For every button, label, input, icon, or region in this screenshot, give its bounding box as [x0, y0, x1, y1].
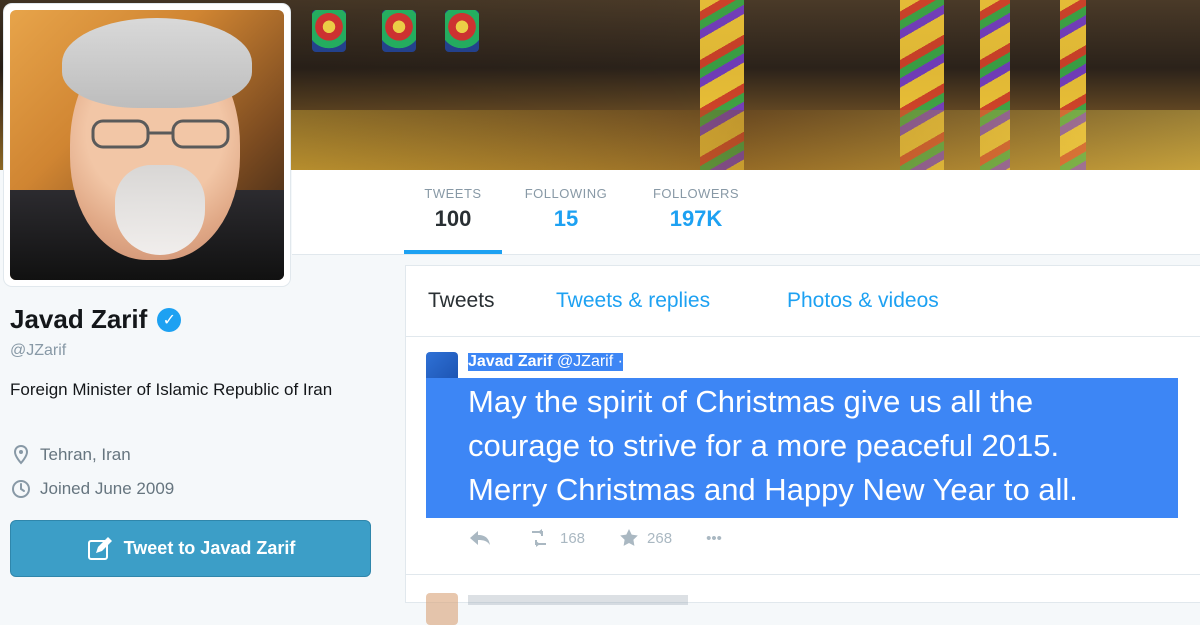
retweet-count: 168 — [560, 529, 586, 547]
stat-label: FOLLOWING — [524, 186, 608, 201]
more-icon: ••• — [706, 529, 722, 547]
clock-icon — [10, 478, 32, 500]
floor-reflection — [290, 110, 1200, 170]
tweet-text-line: May the spirit of Christmas give us all … — [468, 384, 1034, 419]
verified-badge-icon: ✓ — [157, 307, 182, 332]
stat-value: 197K — [669, 206, 723, 231]
active-tab-indicator — [404, 250, 502, 254]
avatar-glasses — [91, 119, 230, 149]
tab-tweets-and-replies[interactable]: Tweets & replies — [556, 289, 710, 313]
stat-following[interactable]: FOLLOWING 15 — [518, 186, 614, 232]
stat-tweets[interactable]: TWEETS 100 — [404, 186, 502, 232]
profile-photo[interactable] — [4, 4, 290, 286]
stained-glass-window — [445, 10, 479, 52]
avatar-hair — [62, 18, 252, 108]
stained-glass-window — [382, 10, 416, 52]
favorite-count: 268 — [647, 529, 673, 547]
stat-value: 15 — [553, 206, 579, 231]
location-pin-icon — [10, 444, 32, 466]
timeline-tabs: Tweets Tweets & replies Photos & videos — [406, 266, 1200, 337]
profile-handle[interactable]: @JZarif — [10, 342, 66, 360]
avatar-beard — [115, 165, 205, 255]
joined-text: Joined June 2009 — [40, 479, 175, 498]
tweet-to-label: Tweet to Javad Zarif — [123, 538, 296, 558]
stat-value: 100 — [434, 206, 472, 231]
tab-tweets[interactable]: Tweets — [428, 289, 495, 313]
tweet-author-handle[interactable]: @JZarif — [557, 353, 613, 370]
timeline: Tweets Tweets & replies Photos & videos … — [406, 266, 1200, 625]
next-tweet-header — [468, 595, 688, 605]
profile-card: Javad Zarif ✓ @JZarif Foreign Minister o… — [0, 290, 392, 602]
retweet-button[interactable]: 168 — [526, 529, 585, 547]
next-tweet-avatar — [426, 593, 458, 625]
profile-bio: Foreign Minister of Islamic Republic of … — [10, 380, 333, 399]
stat-followers[interactable]: FOLLOWERS 197K — [646, 186, 746, 232]
reply-button[interactable] — [468, 529, 492, 547]
stat-label: FOLLOWERS — [652, 186, 740, 201]
location-text: Tehran, Iran — [40, 445, 131, 464]
avatar-image — [10, 10, 284, 280]
profile-joined: Joined June 2009 — [10, 478, 174, 500]
tweet-author-name[interactable]: Javad Zarif — [468, 353, 552, 370]
tweet-text-line: courage to strive for a more peaceful 20… — [468, 428, 1060, 463]
retweet-icon — [526, 529, 552, 547]
reply-icon — [468, 529, 492, 547]
tweet-text: May the spirit of Christmas give us all … — [426, 378, 1178, 518]
tweet-to-button[interactable]: Tweet to Javad Zarif — [10, 520, 371, 577]
favorite-button[interactable]: 268 — [619, 528, 672, 548]
star-icon — [619, 528, 639, 548]
next-tweet-preview[interactable] — [406, 574, 1200, 625]
more-button[interactable]: ••• — [706, 530, 722, 547]
stat-label: TWEETS — [424, 186, 482, 201]
tweet-text-line: Merry Christmas and Happy New Year to al… — [468, 472, 1078, 507]
tweet-actions: 168 268 ••• — [468, 528, 722, 548]
profile-location: Tehran, Iran — [10, 444, 131, 466]
tweet-header-separator: · — [617, 353, 623, 370]
tweet-header: Javad Zarif @JZarif · — [468, 353, 623, 371]
tab-photos-and-videos[interactable]: Photos & videos — [787, 289, 939, 313]
profile-nav: TWEETS 100 FOLLOWING 15 FOLLOWERS 197K — [292, 170, 1200, 255]
stained-glass-window — [312, 10, 346, 52]
compose-icon — [86, 535, 114, 563]
tweet-item[interactable]: Javad Zarif @JZarif · May the spirit of … — [406, 338, 1200, 574]
profile-name[interactable]: Javad Zarif — [10, 304, 147, 335]
name-row: Javad Zarif ✓ — [10, 304, 182, 335]
